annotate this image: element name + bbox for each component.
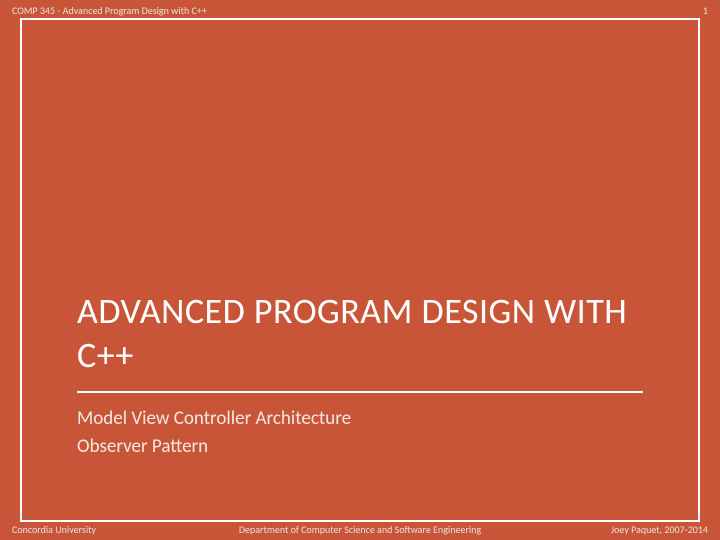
slide-title: ADVANCED PROGRAM DESIGN WITH C++	[77, 99, 643, 377]
slide: COMP 345 - Advanced Program Design with …	[0, 0, 720, 540]
slide-subtitle: Model View Controller Architecture Obser…	[77, 405, 643, 460]
page-number: 1	[703, 4, 708, 17]
subtitle-line-1: Model View Controller Architecture	[77, 405, 643, 433]
footer-university: Concordia University	[12, 523, 96, 536]
title-divider	[77, 391, 643, 393]
slide-footer: Concordia University Department of Compu…	[0, 519, 720, 540]
course-label: COMP 345 - Advanced Program Design with …	[12, 4, 207, 17]
content-frame: ADVANCED PROGRAM DESIGN WITH C++ Model V…	[20, 18, 700, 522]
subtitle-line-2: Observer Pattern	[77, 433, 643, 461]
footer-author: Joey Paquet, 2007-2014	[611, 523, 708, 536]
